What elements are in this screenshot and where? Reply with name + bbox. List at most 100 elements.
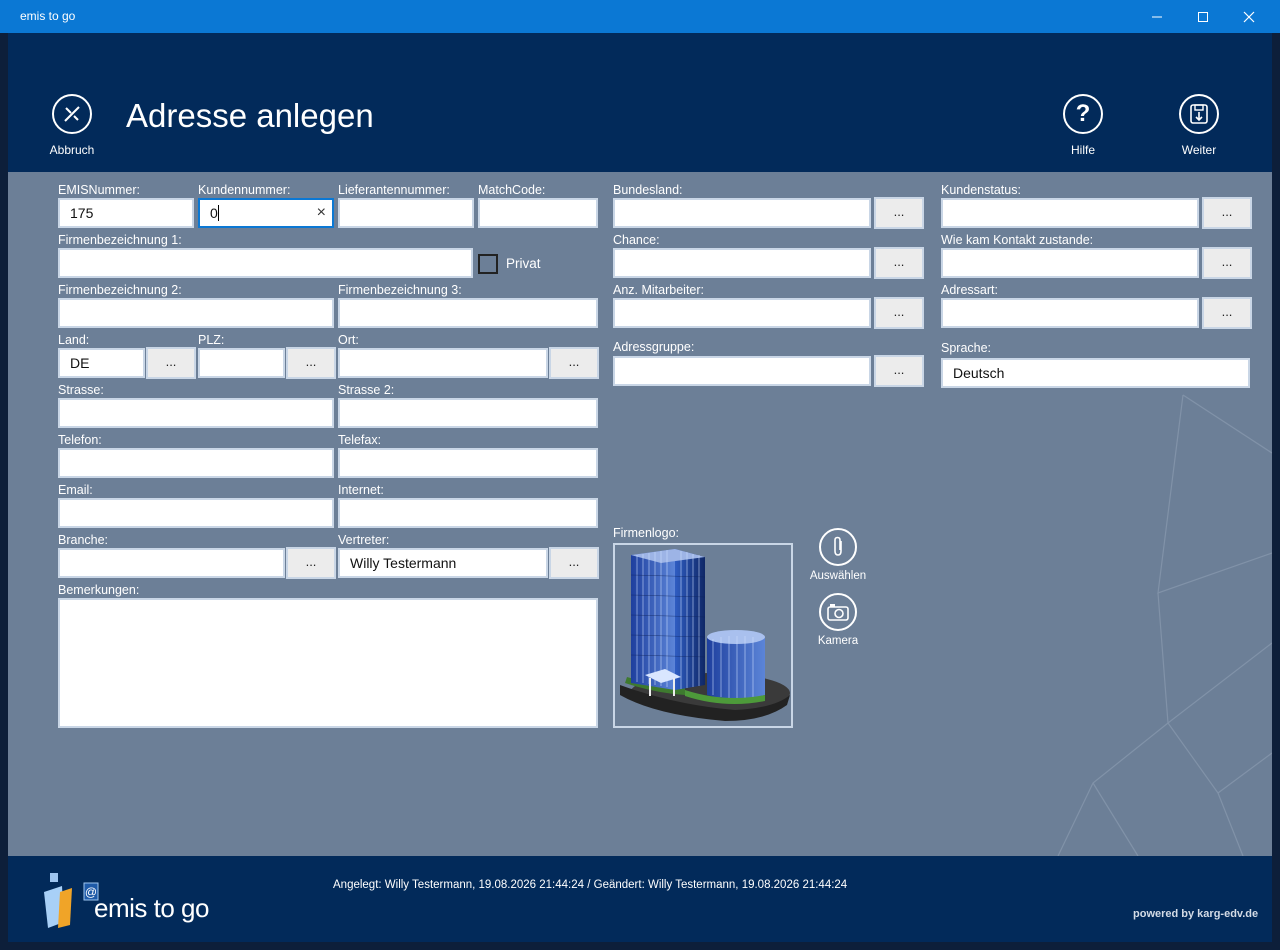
kundennummer-field[interactable]: 0 × xyxy=(198,198,334,228)
kundennummer-value: 0 xyxy=(210,205,218,221)
anz-mitarbeiter-browse-button[interactable]: ... xyxy=(874,297,924,329)
branche-field[interactable] xyxy=(58,548,285,578)
kundenstatus-label: Kundenstatus: xyxy=(941,183,1021,197)
strasse2-label: Strasse 2: xyxy=(338,383,395,397)
bemerkungen-textarea[interactable] xyxy=(58,598,598,728)
header-bar: Abbruch Adresse anlegen ? Hilfe Weiter xyxy=(8,33,1272,172)
anz-mitarbeiter-field[interactable] xyxy=(613,298,871,328)
firmenbezeichnung2-label: Firmenbezeichnung 2: xyxy=(58,283,182,297)
maximize-button[interactable] xyxy=(1180,0,1226,33)
bemerkungen-label: Bemerkungen: xyxy=(58,583,140,597)
minimize-button[interactable] xyxy=(1134,0,1180,33)
help-label: Hilfe xyxy=(1070,143,1095,157)
close-icon xyxy=(1243,11,1255,22)
save-next-icon xyxy=(1179,94,1219,134)
matchcode-field[interactable] xyxy=(478,198,598,228)
matchcode-label: MatchCode: xyxy=(478,183,546,197)
select-logo-button[interactable]: Auswählen xyxy=(803,528,873,582)
clear-icon[interactable]: × xyxy=(317,200,326,226)
privat-label: Privat xyxy=(506,256,541,271)
kundenstatus-browse-button[interactable]: ... xyxy=(1202,197,1252,229)
adressgruppe-field[interactable] xyxy=(613,356,871,386)
building-image xyxy=(620,549,790,721)
email-label: Email: xyxy=(58,483,93,497)
emis-logo-icon: @ xyxy=(44,873,99,928)
emis-nummer-label: EMISNummer: xyxy=(58,183,140,197)
ort-browse-button[interactable]: ... xyxy=(549,347,599,379)
adressart-label: Adressart: xyxy=(941,283,998,297)
firmenbezeichnung3-label: Firmenbezeichnung 3: xyxy=(338,283,462,297)
minimize-icon xyxy=(1152,16,1162,17)
lieferantennummer-label: Lieferantennummer: xyxy=(338,183,450,197)
adressgruppe-label: Adressgruppe: xyxy=(613,340,695,354)
chance-field[interactable] xyxy=(613,248,871,278)
firmenbezeichnung3-field[interactable] xyxy=(338,298,598,328)
ort-field[interactable] xyxy=(338,348,548,378)
bundesland-field[interactable] xyxy=(613,198,871,228)
title-bar: emis to go xyxy=(0,0,1280,33)
firmenbezeichnung1-field[interactable] xyxy=(58,248,473,278)
kundenstatus-field[interactable] xyxy=(941,198,1199,228)
vertreter-field[interactable]: Willy Testermann xyxy=(338,548,548,578)
kontakt-browse-button[interactable]: ... xyxy=(1202,247,1252,279)
firmenbezeichnung2-field[interactable] xyxy=(58,298,334,328)
firmenlogo-image[interactable] xyxy=(613,543,793,728)
page-title: Adresse anlegen xyxy=(126,97,374,134)
adressgruppe-browse-button[interactable]: ... xyxy=(874,355,924,387)
vertreter-browse-button[interactable]: ... xyxy=(549,547,599,579)
camera-icon xyxy=(819,593,857,631)
telefon-label: Telefon: xyxy=(58,433,102,447)
land-browse-button[interactable]: ... xyxy=(146,347,196,379)
text-caret xyxy=(217,205,219,221)
land-field[interactable]: DE xyxy=(58,348,145,378)
emis-nummer-field[interactable]: 175 xyxy=(58,198,194,228)
branche-label: Branche: xyxy=(58,533,109,547)
branche-browse-button[interactable]: ... xyxy=(286,547,336,579)
internet-field[interactable] xyxy=(338,498,598,528)
chance-label: Chance: xyxy=(613,233,660,247)
lieferantennummer-field[interactable] xyxy=(338,198,474,228)
chance-browse-button[interactable]: ... xyxy=(874,247,924,279)
next-label: Weiter xyxy=(1181,143,1217,157)
kundennummer-label: Kundennummer: xyxy=(198,183,291,197)
email-field[interactable] xyxy=(58,498,334,528)
firmenbezeichnung1-label: Firmenbezeichnung 1: xyxy=(58,233,182,247)
brand-name: emis to go xyxy=(94,893,209,923)
strasse-label: Strasse: xyxy=(58,383,104,397)
firmenlogo-label: Firmenlogo: xyxy=(613,526,679,540)
sprache-field[interactable]: Deutsch xyxy=(941,358,1250,388)
strasse-field[interactable] xyxy=(58,398,334,428)
camera-button[interactable]: Kamera xyxy=(803,593,873,647)
telefon-field[interactable] xyxy=(58,448,334,478)
select-logo-label: Auswählen xyxy=(809,570,867,582)
footer-bar: @ emis to go Angelegt: Willy Testermann,… xyxy=(8,856,1272,942)
powered-by: powered by karg-edv.de xyxy=(1133,908,1259,920)
paperclip-icon xyxy=(819,528,857,566)
cancel-icon xyxy=(52,94,92,134)
bundesland-browse-button[interactable]: ... xyxy=(874,197,924,229)
sprache-label: Sprache: xyxy=(941,341,992,355)
help-icon: ? xyxy=(1063,94,1103,134)
camera-label: Kamera xyxy=(817,635,859,647)
close-button[interactable] xyxy=(1226,0,1272,33)
plz-field[interactable] xyxy=(198,348,285,378)
privat-checkbox[interactable] xyxy=(478,254,498,274)
adressart-field[interactable] xyxy=(941,298,1199,328)
cancel-button[interactable]: Abbruch xyxy=(37,94,107,157)
app-frame: Abbruch Adresse anlegen ? Hilfe Weiter E… xyxy=(8,33,1272,942)
cancel-label: Abbruch xyxy=(49,143,95,157)
telefax-field[interactable] xyxy=(338,448,598,478)
help-button[interactable]: ? Hilfe xyxy=(1048,94,1118,157)
adressart-browse-button[interactable]: ... xyxy=(1202,297,1252,329)
plz-browse-button[interactable]: ... xyxy=(286,347,336,379)
audit-info: Angelegt: Willy Testermann, 19.08.2026 2… xyxy=(333,879,848,891)
window-title: emis to go xyxy=(20,9,76,23)
kontakt-label: Wie kam Kontakt zustande: xyxy=(941,233,1094,247)
anz-mitarbeiter-label: Anz. Mitarbeiter: xyxy=(613,283,705,297)
land-label: Land: xyxy=(58,333,90,347)
vertreter-label: Vertreter: xyxy=(338,533,390,547)
ort-label: Ort: xyxy=(338,333,359,347)
kontakt-field[interactable] xyxy=(941,248,1199,278)
strasse2-field[interactable] xyxy=(338,398,598,428)
next-button[interactable]: Weiter xyxy=(1164,94,1234,157)
